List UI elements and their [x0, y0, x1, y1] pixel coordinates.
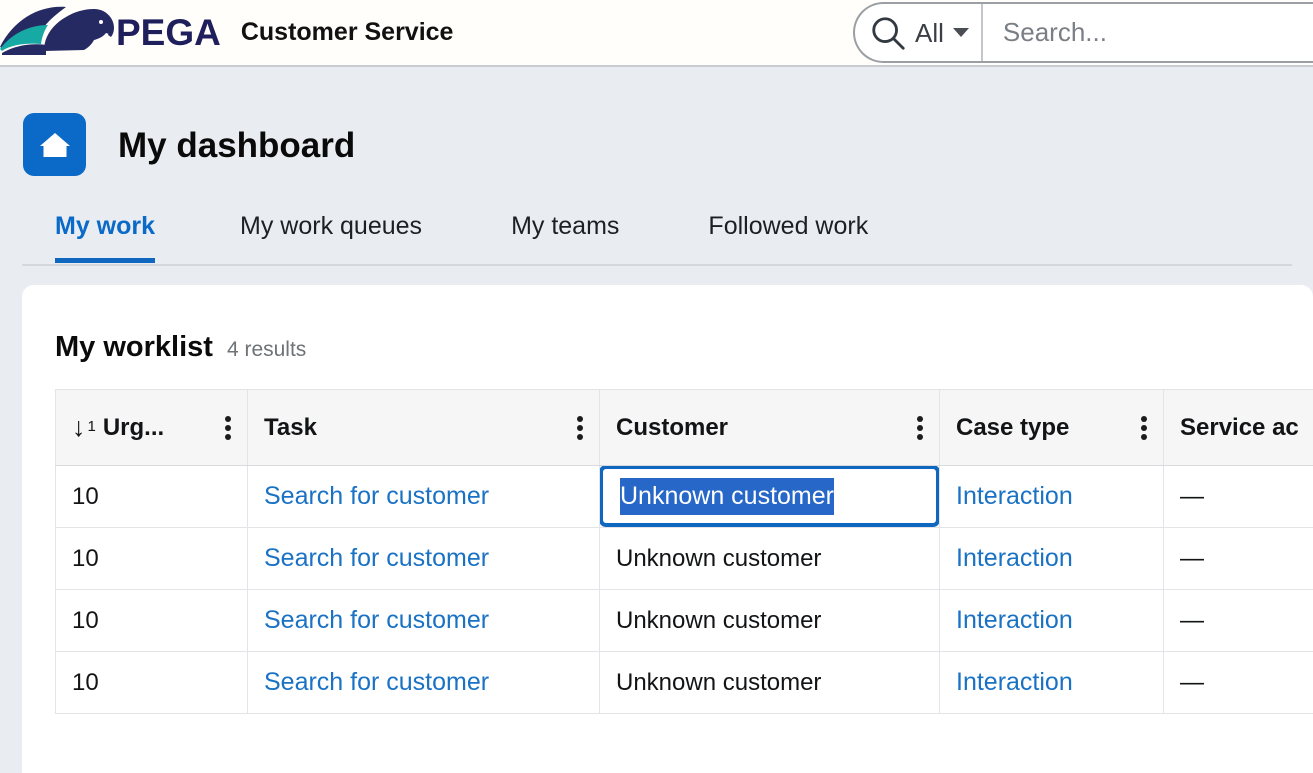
home-icon [39, 132, 70, 157]
worklist-table: ↓ 1 Urg... Task Customer Case type Servi… [55, 389, 1313, 714]
search-icon [872, 16, 905, 50]
tab-followed-work[interactable]: Followed work [708, 208, 868, 258]
global-search[interactable]: All [853, 2, 1313, 63]
cell-focus-ring: Unknown customer [600, 466, 939, 527]
dashboard-home-badge[interactable] [23, 113, 86, 176]
column-header-label: Customer [616, 413, 729, 441]
cell-task: Search for customer [247, 651, 600, 714]
search-scope-selector[interactable]: All [855, 4, 983, 61]
cell-case-type: Interaction [939, 465, 1164, 528]
task-link[interactable]: Search for customer [264, 544, 489, 572]
task-link[interactable]: Search for customer [264, 482, 489, 510]
cell-customer-selected[interactable]: Unknown customer [599, 465, 940, 528]
kebab-menu-icon[interactable] [917, 415, 923, 440]
worklist-result-count: 4 results [226, 338, 307, 361]
cell-task: Search for customer [247, 589, 600, 652]
task-link[interactable]: Search for customer [264, 668, 489, 696]
case-type-link[interactable]: Interaction [956, 482, 1073, 510]
sort-rank: 1 [87, 417, 96, 435]
cell-case-type: Interaction [939, 651, 1164, 714]
task-link[interactable]: Search for customer [264, 606, 489, 634]
column-header-customer[interactable]: Customer [599, 389, 940, 466]
tab-my-work[interactable]: My work [55, 208, 156, 263]
cell-urgency: 10 [55, 465, 248, 528]
cell-task: Search for customer [247, 465, 600, 528]
app-header: PEGA Customer Service All [0, 0, 1313, 67]
cell-urgency: 10 [55, 651, 248, 714]
cell-case-type: Interaction [939, 589, 1164, 652]
tab-my-work-queues[interactable]: My work queues [240, 208, 422, 258]
search-input[interactable] [1000, 11, 1305, 54]
column-header-label: Case type [956, 413, 1070, 441]
tab-my-teams[interactable]: My teams [511, 208, 619, 258]
cell-task: Search for customer [247, 527, 600, 590]
dashboard-tabs: My work My work queues My teams Followed… [22, 208, 1292, 266]
case-type-link[interactable]: Interaction [956, 606, 1073, 634]
table-row[interactable]: 10 Search for customer Unknown customer … [55, 527, 1313, 590]
sort-descending-arrow-icon: ↓ [72, 413, 86, 442]
kebab-menu-icon[interactable] [1141, 415, 1147, 440]
app-title: Customer Service [240, 18, 454, 46]
column-header-urgency[interactable]: ↓ 1 Urg... [55, 389, 248, 466]
kebab-menu-icon[interactable] [577, 415, 583, 440]
column-header-label: Urg... [102, 413, 165, 441]
cell-service-activity: — [1163, 589, 1313, 652]
worklist-table-wrapper: ↓ 1 Urg... Task Customer Case type Servi… [55, 389, 1313, 714]
table-row[interactable]: 10 Search for customer Unknown customer … [55, 465, 1313, 528]
brand-name: PEGA [116, 12, 221, 53]
table-row[interactable]: 10 Search for customer Unknown customer … [55, 589, 1313, 652]
chevron-down-icon [952, 28, 969, 37]
cell-customer[interactable]: Unknown customer [599, 527, 940, 590]
cell-service-activity: — [1163, 465, 1313, 528]
column-header-service-activity[interactable]: Service ac [1163, 389, 1313, 466]
cell-customer[interactable]: Unknown customer [599, 589, 940, 652]
page-title: My dashboard [118, 126, 356, 165]
case-type-link[interactable]: Interaction [956, 544, 1073, 572]
search-scope-label: All [915, 17, 944, 48]
cell-customer[interactable]: Unknown customer [599, 651, 940, 714]
cell-urgency: 10 [55, 589, 248, 652]
table-header-row: ↓ 1 Urg... Task Customer Case type Servi… [55, 389, 1313, 466]
cell-urgency: 10 [55, 527, 248, 590]
column-header-case-type[interactable]: Case type [939, 389, 1164, 466]
cell-service-activity: — [1163, 527, 1313, 590]
column-header-task[interactable]: Task [247, 389, 600, 466]
case-type-link[interactable]: Interaction [956, 668, 1073, 696]
cell-customer-text: Unknown customer [620, 477, 834, 515]
worklist-title: My worklist [55, 331, 213, 363]
kebab-menu-icon[interactable] [225, 415, 231, 440]
pega-horse-logo-icon [0, 6, 114, 55]
cell-service-activity: — [1163, 651, 1313, 714]
table-row[interactable]: 10 Search for customer Unknown customer … [55, 651, 1313, 714]
column-header-label: Task [264, 413, 317, 441]
cell-case-type: Interaction [939, 527, 1164, 590]
worklist-card: My worklist 4 results ↓ 1 Urg... Task Cu… [22, 285, 1313, 773]
worklist-header: My worklist 4 results [55, 333, 1313, 362]
brand[interactable]: PEGA Customer Service [0, 0, 453, 66]
column-header-label: Service ac [1180, 413, 1299, 441]
